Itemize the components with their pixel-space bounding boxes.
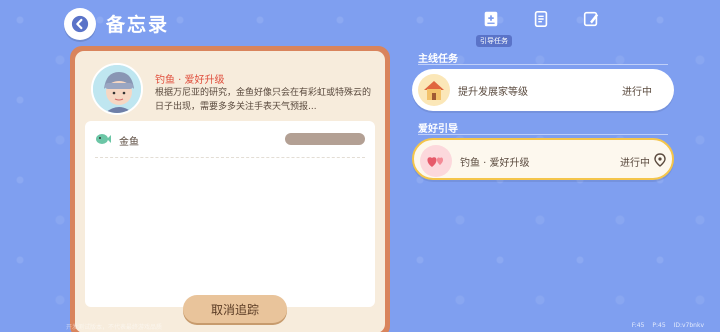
tab-notebook[interactable] xyxy=(530,8,552,30)
back-arrow-icon xyxy=(71,15,89,33)
stats-readout: F:45 P:45 ID:v7bnkv xyxy=(626,322,704,329)
task-label: 金鱼 xyxy=(119,137,139,148)
fish-icon xyxy=(96,134,111,144)
section-main-quests: 主线任务 xyxy=(418,54,458,65)
section-hobby-guide: 爱好引导 xyxy=(418,124,458,135)
location-pin-icon xyxy=(654,153,666,167)
tab-edit[interactable] xyxy=(580,8,602,30)
quest-title: 钓鱼 · 爱好升级 xyxy=(155,75,225,86)
quest-detail-card: 钓鱼 · 爱好升级 根据万尼亚的研究，金鱼好像只会在有彩虹或特殊云的日子出现，需… xyxy=(70,46,390,332)
tab-guide-task-label: 引导任务 xyxy=(476,35,512,47)
section-divider xyxy=(418,134,668,135)
id-stat: ID:v7bnkv xyxy=(673,322,704,329)
quest-item-name: 提升发展家等级 xyxy=(458,87,528,98)
quest-item-hobby[interactable]: 钓鱼 · 爱好升级 进行中 xyxy=(412,138,674,180)
quest-item-name: 钓鱼 · 爱好升级 xyxy=(460,158,530,169)
task-progress-bar xyxy=(285,133,365,145)
task-row: 金鱼 xyxy=(95,129,365,151)
tab-bar: 引导任务 xyxy=(470,6,610,47)
npc-avatar xyxy=(91,63,143,115)
cancel-tracking-button[interactable]: 取消追踪 xyxy=(183,295,287,323)
notebook-icon xyxy=(534,10,548,28)
fps-stat: F:45 xyxy=(631,322,645,329)
guide-task-icon xyxy=(484,11,498,27)
section-divider xyxy=(418,64,668,65)
back-button[interactable] xyxy=(64,8,96,40)
build-notice: 开发测试版本，不代表最终游戏品质 xyxy=(66,324,163,331)
page-title: 备忘录 xyxy=(106,14,170,36)
divider xyxy=(95,157,365,158)
house-icon xyxy=(418,74,450,106)
quest-description: 根据万尼亚的研究，金鱼好像只会在有彩虹或特殊云的日子出现，需要多多关注手表天气预… xyxy=(155,88,372,112)
task-panel: 金鱼 xyxy=(85,121,375,307)
hearts-icon xyxy=(420,145,452,177)
quest-item-main[interactable]: 提升发展家等级 进行中 xyxy=(412,69,674,111)
edit-note-icon xyxy=(583,11,599,27)
quest-item-status: 进行中 xyxy=(620,158,650,169)
tab-guide-task[interactable]: 引导任务 xyxy=(476,8,512,47)
ping-stat: P:45 xyxy=(652,322,666,329)
quest-detail-inner: 钓鱼 · 爱好升级 根据万尼亚的研究，金鱼好像只会在有彩虹或特殊云的日子出现，需… xyxy=(75,51,385,332)
quest-item-status: 进行中 xyxy=(622,87,652,98)
